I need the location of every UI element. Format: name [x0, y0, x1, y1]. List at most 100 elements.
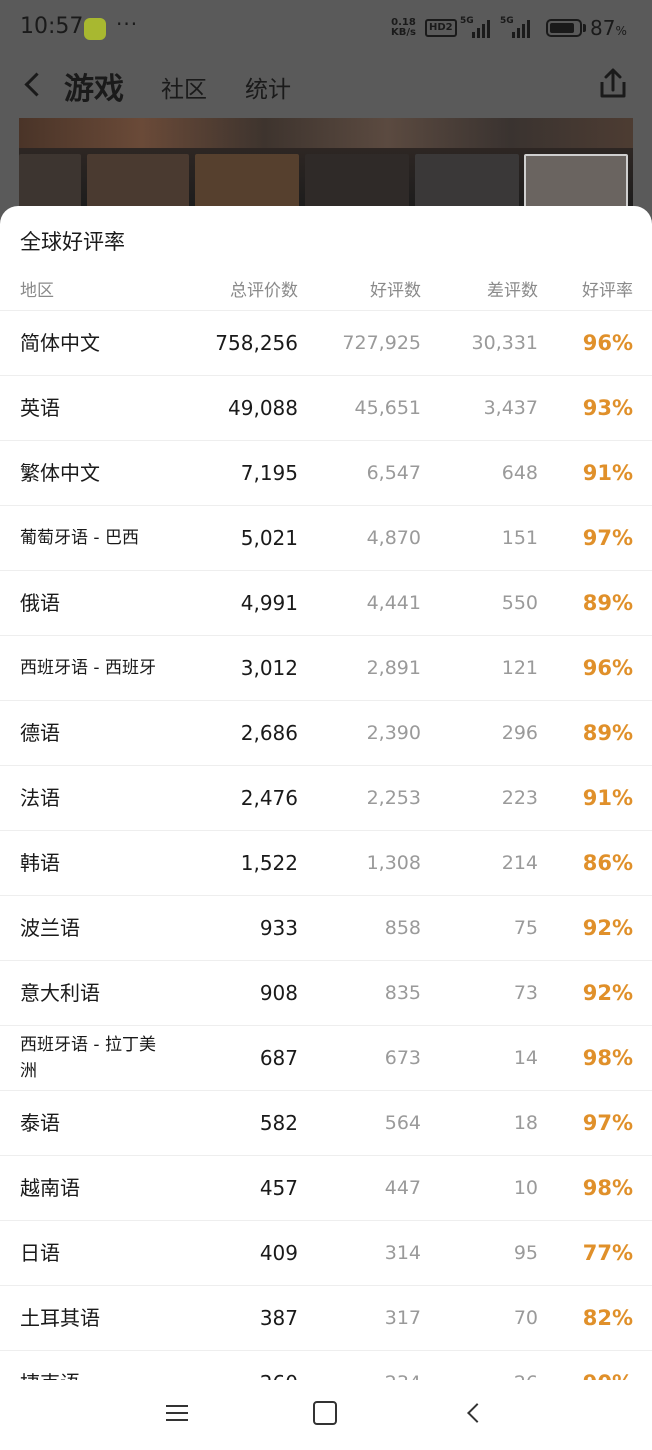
table-row: 俄语 4,991 4,441 550 89% — [0, 570, 652, 635]
positive-reviews-cell: 2,253 — [366, 787, 421, 809]
media-thumbnail[interactable] — [19, 154, 81, 210]
total-reviews-cell: 2,686 — [240, 721, 298, 745]
media-thumbnail[interactable] — [305, 154, 409, 210]
negative-reviews-cell: 10 — [513, 1177, 538, 1199]
menu-icon[interactable] — [166, 1402, 188, 1424]
tab-community[interactable]: 社区 — [161, 70, 207, 104]
positive-reviews-cell: 835 — [384, 982, 421, 1004]
total-reviews-cell: 7,195 — [240, 461, 298, 485]
negative-reviews-cell: 14 — [513, 1047, 538, 1069]
status-time: 10:57 — [20, 14, 84, 39]
system-nav-bar — [0, 1380, 652, 1450]
total-reviews-cell: 1,522 — [240, 851, 298, 875]
app-notification-icon — [84, 18, 106, 40]
region-cell: 韩语 — [20, 851, 60, 875]
share-icon[interactable] — [596, 66, 630, 102]
positive-rate-cell: 98% — [582, 1046, 633, 1070]
region-cell: 英语 — [20, 396, 60, 420]
table-row: 泰语 582 564 18 97% — [0, 1090, 652, 1155]
table-row: 德语 2,686 2,390 296 89% — [0, 700, 652, 765]
positive-reviews-cell: 314 — [384, 1242, 421, 1264]
column-header-positive: 好评数 — [370, 281, 421, 301]
table-row: 日语 409 314 95 77% — [0, 1220, 652, 1285]
total-reviews-cell: 758,256 — [215, 331, 298, 355]
region-cell: 意大利语 — [20, 981, 100, 1005]
positive-rate-cell: 98% — [582, 1176, 633, 1200]
rating-sheet: 全球好评率 地区 总评价数 好评数 差评数 好评率 简体中文 758,256 727… — [0, 206, 652, 1450]
negative-reviews-cell: 151 — [501, 527, 538, 549]
total-reviews-cell: 49,088 — [228, 396, 298, 420]
column-header-negative: 差评数 — [487, 281, 538, 301]
positive-reviews-cell: 6,547 — [366, 462, 421, 484]
total-reviews-cell: 933 — [259, 916, 298, 940]
total-reviews-cell: 908 — [259, 981, 298, 1005]
battery-percent-unit: % — [615, 24, 627, 38]
battery-percent: 87% — [590, 16, 627, 40]
region-cell: 泰语 — [20, 1111, 60, 1135]
app-header: 游戏 社区 统计 — [0, 58, 652, 112]
nav-back-icon[interactable] — [462, 1400, 486, 1426]
table-row: 土耳其语 387 317 70 82% — [0, 1285, 652, 1350]
media-thumbnail[interactable] — [195, 154, 299, 210]
positive-rate-cell: 93% — [582, 396, 633, 420]
positive-rate-cell: 96% — [582, 331, 633, 355]
positive-reviews-cell: 2,390 — [366, 722, 421, 744]
positive-rate-cell: 86% — [582, 851, 633, 875]
positive-rate-cell: 89% — [582, 721, 633, 745]
status-bar: 10:57 ··· 0.18 KB/s HD2 5G 5G 87% — [0, 0, 652, 58]
negative-reviews-cell: 648 — [501, 462, 538, 484]
table-row: 西班牙语 - 拉丁美洲 687 673 14 98% — [0, 1025, 652, 1090]
region-cell: 法语 — [20, 786, 60, 810]
table-row: 英语 49,088 45,651 3,437 93% — [0, 375, 652, 440]
media-thumbnail-selected[interactable] — [524, 154, 628, 210]
table-row: 西班牙语 - 西班牙 3,012 2,891 121 96% — [0, 635, 652, 700]
home-icon[interactable] — [313, 1401, 337, 1425]
battery-icon — [546, 19, 582, 37]
signal-1-icon — [472, 18, 490, 38]
signal-2-icon — [512, 18, 530, 38]
back-icon[interactable] — [18, 66, 50, 102]
page-title[interactable]: 游戏 — [64, 64, 124, 108]
net-speed: 0.18 KB/s — [391, 18, 416, 38]
total-reviews-cell: 687 — [259, 1046, 298, 1070]
negative-reviews-cell: 223 — [501, 787, 538, 809]
positive-rate-cell: 92% — [582, 981, 633, 1005]
total-reviews-cell: 2,476 — [240, 786, 298, 810]
tab-statistics[interactable]: 统计 — [245, 70, 291, 104]
media-thumbnail[interactable] — [415, 154, 519, 210]
table-row: 葡萄牙语 - 巴西 5,021 4,870 151 97% — [0, 505, 652, 570]
region-cell: 土耳其语 — [20, 1306, 100, 1330]
total-reviews-cell: 409 — [259, 1241, 298, 1265]
net-speed-unit: KB/s — [391, 27, 416, 38]
media-thumbnail[interactable] — [87, 154, 189, 210]
game-media-banner[interactable] — [19, 118, 633, 210]
negative-reviews-cell: 75 — [513, 917, 538, 939]
negative-reviews-cell: 214 — [501, 852, 538, 874]
positive-reviews-cell: 4,870 — [366, 527, 421, 549]
sheet-title: 全球好评率 — [20, 230, 125, 254]
positive-rate-cell: 77% — [582, 1241, 633, 1265]
total-reviews-cell: 4,991 — [240, 591, 298, 615]
region-cell: 德语 — [20, 721, 60, 745]
table-row: 意大利语 908 835 73 92% — [0, 960, 652, 1025]
region-cell: 繁体中文 — [20, 461, 100, 485]
region-cell: 葡萄牙语 - 巴西 — [20, 528, 139, 548]
positive-rate-cell: 96% — [582, 656, 633, 680]
region-cell: 西班牙语 - 西班牙 — [20, 658, 156, 678]
positive-rate-cell: 82% — [582, 1306, 633, 1330]
banner-main-image — [19, 118, 633, 148]
column-header-total: 总评价数 — [230, 281, 298, 301]
positive-rate-cell: 91% — [582, 461, 633, 485]
total-reviews-cell: 457 — [259, 1176, 298, 1200]
rating-table: 简体中文 758,256 727,925 30,331 96% 英语 49,088 45,65… — [0, 310, 652, 1415]
region-cell: 简体中文 — [20, 331, 100, 355]
positive-reviews-cell: 2,891 — [366, 657, 421, 679]
table-row: 简体中文 758,256 727,925 30,331 96% — [0, 310, 652, 375]
region-cell: 俄语 — [20, 591, 60, 615]
positive-reviews-cell: 673 — [384, 1047, 421, 1069]
hd-icon: HD2 — [425, 19, 457, 37]
total-reviews-cell: 3,012 — [240, 656, 298, 680]
total-reviews-cell: 582 — [259, 1111, 298, 1135]
region-cell: 西班牙语 - 拉丁美洲 — [20, 1035, 156, 1081]
negative-reviews-cell: 550 — [501, 592, 538, 614]
